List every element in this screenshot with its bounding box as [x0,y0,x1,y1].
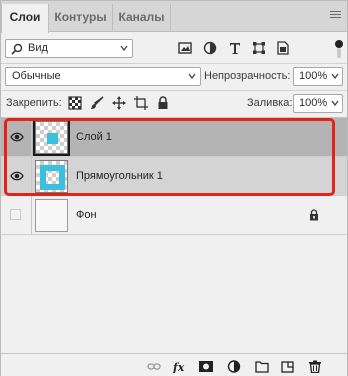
bottom-toolbar: fx [1,353,347,376]
layer-thumbnail[interactable] [35,199,68,232]
filter-toggle-track [337,48,341,58]
eye-icon[interactable] [10,170,24,182]
visibility-toggle[interactable] [10,209,21,220]
layer-row[interactable]: Фон [1,196,347,235]
layer-name[interactable]: Прямоугольник 1 [76,170,163,182]
divider [1,90,347,91]
layer-thumbnail[interactable] [35,160,68,193]
delete-icon[interactable] [308,360,322,373]
layer-name[interactable]: Фон [76,209,97,221]
lock-position-icon[interactable] [112,96,126,110]
layer-style-icon[interactable]: fx [173,360,187,373]
column-divider [31,118,32,157]
cyan-square-thumbnail [47,133,58,144]
filter-kind-label: Вид [28,42,48,54]
chevron-down-icon [120,45,128,52]
filter-toggle-icon[interactable] [335,40,343,48]
opacity-field[interactable]: 100% [293,67,343,86]
cyan-frame-thumbnail [40,165,65,190]
blend-mode-select[interactable]: Обычные [5,67,201,86]
adjustment-layer-icon[interactable] [227,360,241,373]
panel-menu-icon[interactable] [330,11,341,21]
divider [1,63,347,64]
type-filter-icon[interactable] [228,41,242,55]
layer-row[interactable]: Прямоугольник 1 [1,157,347,196]
opacity-label: Непрозрачность: [204,70,291,82]
layer-mask-icon[interactable] [199,360,213,373]
layers-list: Слой 1 Прямоугольник 1 Фон [1,117,347,352]
opacity-value: 100% [299,70,328,82]
new-layer-icon[interactable] [281,360,295,373]
smart-object-filter-icon[interactable] [276,41,290,55]
tab-layers[interactable]: Слои [1,4,49,33]
search-icon [11,43,23,55]
filter-kind-select[interactable]: Вид [5,39,133,58]
column-divider [31,157,32,196]
chevron-down-icon [331,100,339,107]
fill-label: Заливка: [247,97,293,109]
column-divider [31,196,32,235]
lock-all-icon[interactable] [156,96,170,110]
shape-filter-icon[interactable] [252,41,266,55]
lock-icon[interactable] [309,209,319,221]
layers-panel: Слои Контуры Каналы Вид Обычные Непрозра… [0,0,348,376]
tab-channels[interactable]: Каналы [113,4,171,32]
layer-row[interactable]: Слой 1 [1,118,347,157]
link-layers-icon[interactable] [147,360,161,373]
group-folder-icon[interactable] [255,360,269,373]
lock-artboard-icon[interactable] [134,96,148,110]
chevron-down-icon [331,73,339,80]
tab-bar: Слои Контуры Каналы [1,1,347,33]
layer-thumbnail[interactable] [33,119,70,156]
chevron-down-icon [188,73,196,80]
eye-icon[interactable] [10,131,24,143]
layer-name[interactable]: Слой 1 [76,131,112,143]
blend-mode-value: Обычные [12,70,61,82]
tab-paths[interactable]: Контуры [49,4,113,32]
adjustment-filter-icon[interactable] [203,41,217,55]
lock-image-pixels-icon[interactable] [90,96,104,110]
svg-text:fx: fx [173,361,185,373]
lock-label: Закрепить: [6,97,62,109]
image-filter-icon[interactable] [178,41,192,55]
fill-value: 100% [299,97,328,109]
fill-field[interactable]: 100% [293,94,343,113]
lock-transparent-pixels-icon[interactable] [68,96,82,110]
